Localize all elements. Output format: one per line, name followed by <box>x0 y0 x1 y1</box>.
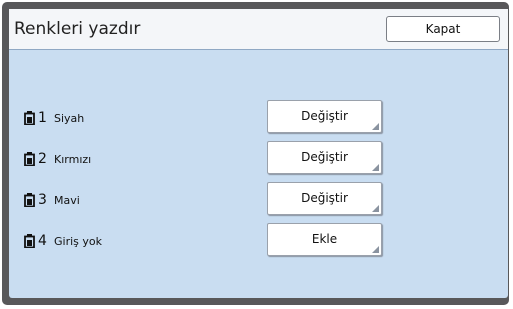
button-label: Değiştir <box>301 191 348 205</box>
ink-drum-icon <box>24 234 35 248</box>
change-button-drum-1[interactable]: Değiştir <box>267 100 382 133</box>
corner-mark-icon <box>372 164 379 171</box>
print-colors-panel: Renkleri yazdır Kapat 1 Siyah Değiştir 2… <box>9 9 508 298</box>
change-button-drum-2[interactable]: Değiştir <box>267 141 382 174</box>
window-frame: Renkleri yazdır Kapat 1 Siyah Değiştir 2… <box>2 2 509 305</box>
ink-drum-icon <box>24 193 35 207</box>
button-label: Değiştir <box>301 109 348 123</box>
drum-color-label: Mavi <box>54 194 80 207</box>
drum-number: 3 <box>38 192 47 208</box>
button-label: Değiştir <box>301 150 348 164</box>
change-button-drum-3[interactable]: Değiştir <box>267 182 382 215</box>
drum-number: 2 <box>38 151 47 167</box>
drum-color-label: Kırmızı <box>54 153 92 166</box>
drum-number: 1 <box>38 110 47 126</box>
ink-drum-icon <box>24 111 35 125</box>
close-button[interactable]: Kapat <box>386 16 500 42</box>
add-button-drum-4[interactable]: Ekle <box>267 223 382 256</box>
drum-color-label: Siyah <box>54 112 85 125</box>
corner-mark-icon <box>372 123 379 130</box>
header-bar: Renkleri yazdır Kapat <box>9 9 508 50</box>
drum-number: 4 <box>38 233 47 249</box>
corner-mark-icon <box>372 246 379 253</box>
page-title: Renkleri yazdır <box>14 19 141 39</box>
drum-color-label: Giriş yok <box>54 235 102 248</box>
button-label: Ekle <box>311 232 338 246</box>
ink-drum-icon <box>24 152 35 166</box>
corner-mark-icon <box>372 205 379 212</box>
